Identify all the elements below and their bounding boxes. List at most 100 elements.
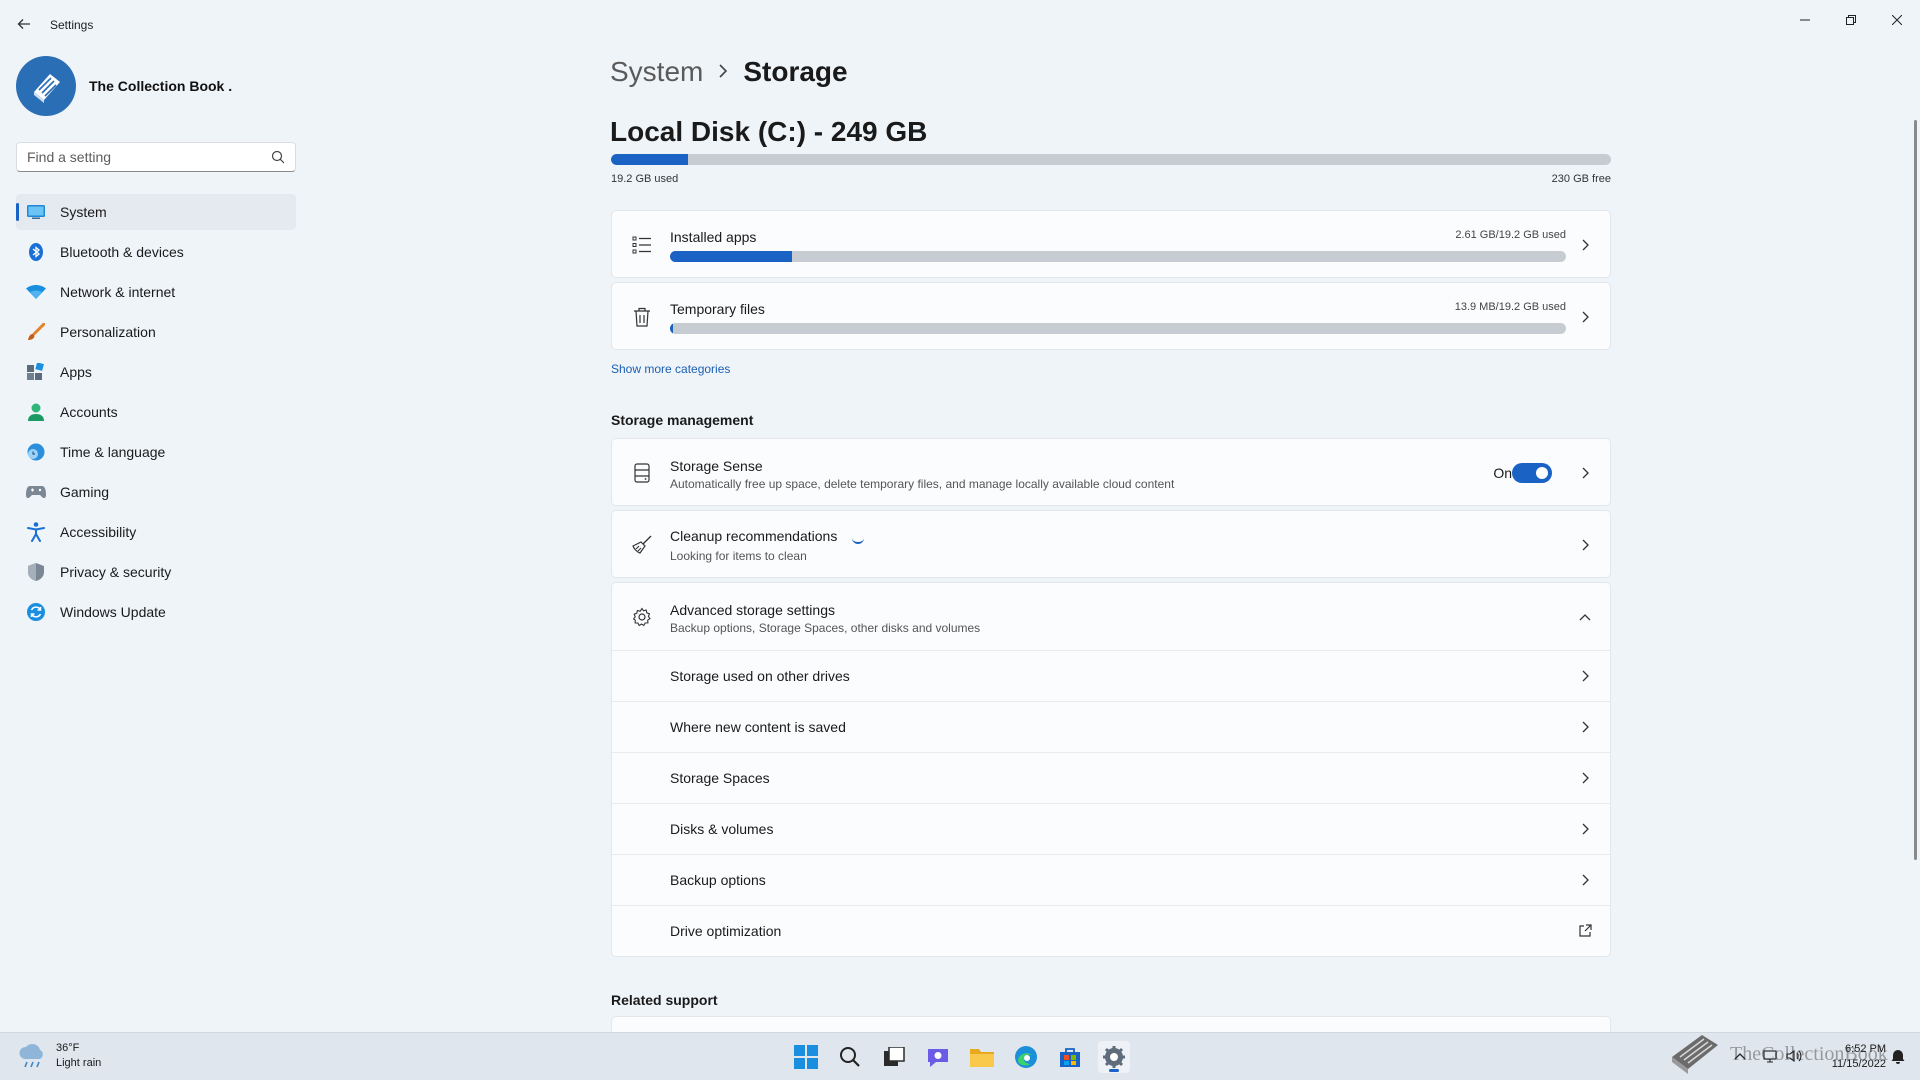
- microsoft-store-button[interactable]: [1054, 1041, 1086, 1073]
- store-icon: [1060, 1048, 1080, 1067]
- sidebar-item-label: Network & internet: [60, 284, 176, 300]
- category-title: Temporary files: [670, 301, 765, 317]
- accessibility-icon: [26, 522, 46, 542]
- category-installed-apps[interactable]: Installed apps 2.61 GB/19.2 GB used: [611, 210, 1611, 278]
- edge-browser-button[interactable]: [1010, 1041, 1042, 1073]
- disks-and-volumes-row[interactable]: Disks & volumes: [612, 803, 1610, 854]
- chevron-up-icon: [1579, 614, 1591, 621]
- avatar: [16, 56, 76, 116]
- cleanup-recommendations-card[interactable]: Cleanup recommendations Looking for item…: [611, 510, 1611, 578]
- category-usage-text: 2.61 GB/19.2 GB used: [1455, 229, 1566, 241]
- row-label: Drive optimization: [670, 923, 782, 939]
- related-support-heading: Related support: [611, 992, 718, 1008]
- sidebar-item-gaming[interactable]: Gaming: [16, 474, 296, 510]
- close-icon: [1892, 15, 1902, 25]
- sidebar-item-accounts[interactable]: Accounts: [16, 394, 296, 430]
- sidebar-item-label: Time & language: [60, 444, 166, 460]
- sidebar-item-label: Accounts: [60, 404, 118, 420]
- storage-used-on-other-drives-row[interactable]: Storage used on other drives: [612, 650, 1610, 701]
- volume-icon[interactable]: [1786, 1048, 1802, 1064]
- file-explorer-button[interactable]: [966, 1041, 998, 1073]
- category-usage-bar: [670, 251, 1566, 262]
- storage-spaces-row[interactable]: Storage Spaces: [612, 752, 1610, 803]
- teams-chat-button[interactable]: [922, 1041, 954, 1073]
- drive-icon: [630, 461, 654, 485]
- title-bar: Settings: [0, 0, 1920, 48]
- sidebar-item-personalization[interactable]: Personalization: [16, 314, 296, 350]
- sidebar-item-label: Windows Update: [60, 604, 166, 620]
- drive-optimization-row[interactable]: Drive optimization: [612, 905, 1610, 956]
- gear-icon: [1103, 1046, 1125, 1068]
- windows-logo-icon: [794, 1045, 818, 1069]
- backup-options-row[interactable]: Backup options: [612, 854, 1610, 905]
- advanced-storage-description: Backup options, Storage Spaces, other di…: [670, 621, 981, 635]
- sidebar-item-time-language[interactable]: Time & language: [16, 434, 296, 470]
- sidebar-item-apps[interactable]: Apps: [16, 354, 296, 390]
- sidebar-item-bluetooth[interactable]: Bluetooth & devices: [16, 234, 296, 270]
- sidebar-item-label: Privacy & security: [60, 564, 172, 580]
- close-button[interactable]: [1874, 4, 1920, 36]
- category-usage-fill: [670, 323, 673, 334]
- notification-bell-icon[interactable]: [1890, 1048, 1906, 1064]
- storage-sense-toggle-label: On: [1493, 465, 1512, 481]
- advanced-storage-settings-card[interactable]: Advanced storage settings Backup options…: [611, 582, 1611, 651]
- system-clock[interactable]: 6:52 PM 11/15/2022: [1810, 1042, 1886, 1072]
- task-view-button[interactable]: [878, 1041, 910, 1073]
- breadcrumb-parent[interactable]: System: [610, 56, 703, 88]
- cleanup-title: Cleanup recommendations: [670, 528, 838, 544]
- wifi-icon: [26, 282, 46, 302]
- folder-icon: [970, 1049, 994, 1067]
- sidebar-item-label: Personalization: [60, 324, 156, 340]
- sidebar-item-windows-update[interactable]: Windows Update: [16, 594, 296, 630]
- chevron-right-icon: [1582, 721, 1589, 733]
- scrollbar[interactable]: [1914, 120, 1917, 860]
- apps-grid-icon: [26, 362, 46, 382]
- app-title: Settings: [50, 18, 94, 32]
- back-button[interactable]: [12, 12, 36, 36]
- weather-temperature: 36°F: [56, 1042, 80, 1054]
- sidebar-item-label: Apps: [60, 364, 92, 380]
- sidebar-item-system[interactable]: System: [16, 194, 296, 230]
- book-logo-icon: [1672, 1035, 1718, 1074]
- chevron-right-icon: [1582, 539, 1589, 551]
- sidebar-item-privacy-security[interactable]: Privacy & security: [16, 554, 296, 590]
- restore-button[interactable]: [1828, 4, 1874, 36]
- sidebar-item-accessibility[interactable]: Accessibility: [16, 514, 296, 550]
- storage-sense-card[interactable]: Storage Sense Automatically free up spac…: [611, 438, 1611, 506]
- weather-widget[interactable]: 36°F Light rain: [18, 1041, 101, 1071]
- search-icon: [840, 1047, 860, 1067]
- search-icon[interactable]: [271, 150, 285, 164]
- network-icon[interactable]: [1762, 1048, 1778, 1064]
- category-usage-fill: [670, 251, 792, 262]
- category-usage-text: 13.9 MB/19.2 GB used: [1454, 301, 1566, 313]
- external-link-icon: [1579, 924, 1592, 937]
- broom-icon: [630, 533, 654, 557]
- sidebar-nav: System Bluetooth & devices Network & int…: [16, 194, 296, 634]
- storage-sense-toggle[interactable]: [1512, 463, 1552, 483]
- row-label: Disks & volumes: [670, 821, 774, 837]
- chevron-up-icon[interactable]: [1732, 1048, 1748, 1064]
- chevron-right-icon: [1582, 467, 1589, 479]
- minimize-button[interactable]: [1782, 4, 1828, 36]
- sidebar-item-label: System: [60, 204, 107, 220]
- sidebar-item-label: Bluetooth & devices: [60, 244, 184, 260]
- chevron-right-icon: [717, 61, 729, 84]
- disk-free-label: 230 GB free: [1551, 173, 1611, 185]
- search-box[interactable]: [16, 142, 296, 172]
- settings-taskbar-button[interactable]: [1098, 1041, 1130, 1073]
- category-temporary-files[interactable]: Temporary files 13.9 MB/19.2 GB used: [611, 282, 1611, 350]
- start-button[interactable]: [790, 1041, 822, 1073]
- search-input[interactable]: [17, 143, 257, 171]
- show-more-categories-link[interactable]: Show more categories: [611, 362, 730, 376]
- user-profile[interactable]: The Collection Book .: [16, 56, 232, 116]
- loading-spinner-icon: [852, 536, 864, 544]
- taskbar-search-button[interactable]: [834, 1041, 866, 1073]
- row-label: Backup options: [670, 872, 766, 888]
- monitor-icon: [26, 202, 46, 222]
- breadcrumb: System Storage: [610, 56, 848, 88]
- book-logo-icon: [34, 74, 60, 103]
- where-new-content-is-saved-row[interactable]: Where new content is saved: [612, 701, 1610, 752]
- sidebar-item-network[interactable]: Network & internet: [16, 274, 296, 310]
- toggle-knob: [1536, 467, 1548, 479]
- globe-clock-icon: [26, 442, 46, 462]
